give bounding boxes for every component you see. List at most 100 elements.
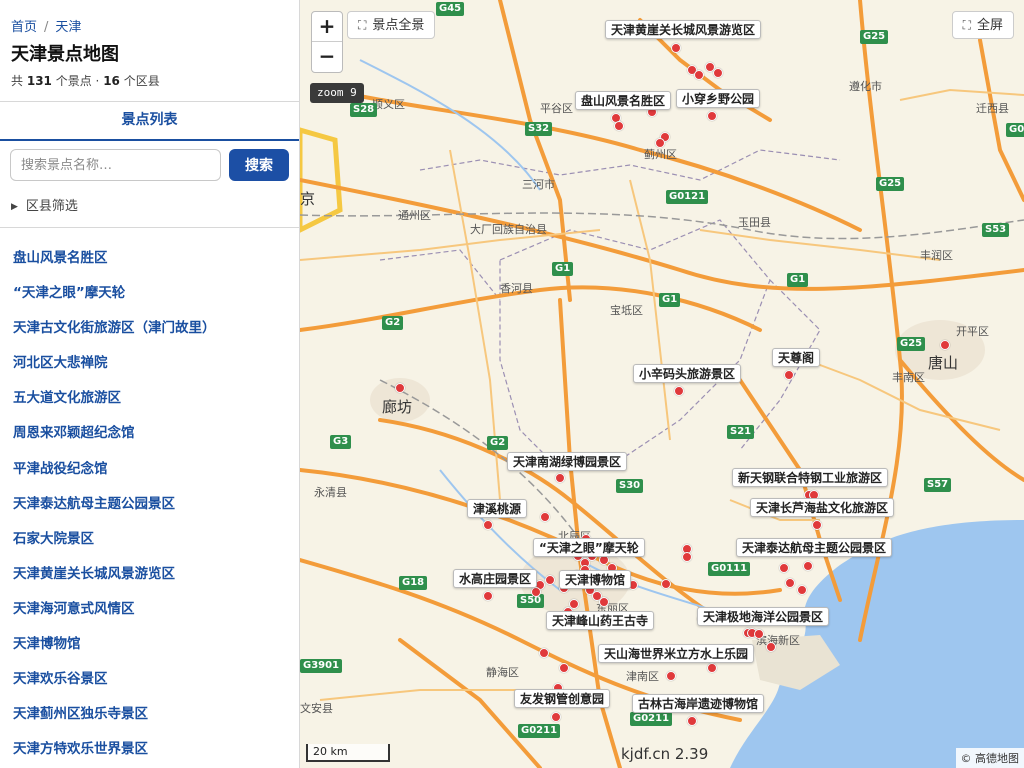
poi-list-item[interactable]: 天津欢乐谷景区 xyxy=(13,667,295,702)
stats-prefix: 共 xyxy=(11,74,24,88)
map-pin-icon[interactable] xyxy=(555,473,565,483)
poi-list-item[interactable]: 周恩来邓颖超纪念馆 xyxy=(13,421,295,456)
map-pin-icon[interactable] xyxy=(614,121,624,131)
expand-icon: ⛶ xyxy=(358,18,367,32)
poi-list-item[interactable]: 天津泰达航母主题公园景区 xyxy=(13,492,295,527)
map-attribution[interactable]: © 高德地图 xyxy=(955,748,1024,768)
breadcrumb-separator: / xyxy=(44,20,49,35)
poi-callout-label[interactable]: 天尊阁 xyxy=(772,348,821,367)
poi-callout-label[interactable]: 友发钢管创意园 xyxy=(514,689,611,708)
zoom-out-button[interactable]: − xyxy=(312,42,342,72)
breadcrumb-current-link[interactable]: 天津 xyxy=(55,20,81,35)
map-pin-icon[interactable] xyxy=(671,43,681,53)
map-pin-icon[interactable] xyxy=(694,70,704,80)
map-pin-icon[interactable] xyxy=(707,111,717,121)
map-pin-icon[interactable] xyxy=(812,520,822,530)
place-label: 津南区 xyxy=(626,670,659,683)
zoom-controls: + − xyxy=(311,11,343,73)
map-pin-icon[interactable] xyxy=(784,370,794,380)
search-input[interactable] xyxy=(10,149,221,181)
map-pin-icon[interactable] xyxy=(713,68,723,78)
highway-shield: G2 xyxy=(487,436,509,450)
map-view[interactable]: 平谷区 顺义区 蓟州区 遵化市 迁西县 三河市 通州区 大厂回族自治县 玉田县 丰润区 香河县 宝坻区… xyxy=(300,0,1024,768)
poi-callout-label[interactable]: 天津南湖绿博园景区 xyxy=(507,452,628,471)
poi-count: 131 xyxy=(26,74,52,88)
map-pin-icon[interactable] xyxy=(531,587,541,597)
overview-button[interactable]: ⛶ 景点全景 xyxy=(347,11,436,39)
map-pin-icon[interactable] xyxy=(779,563,789,573)
district-count-unit: 个区县 xyxy=(123,74,160,88)
map-pin-icon[interactable] xyxy=(940,340,950,350)
place-label: 通州区 xyxy=(398,209,431,222)
poi-callout-label[interactable]: 津溪桃源 xyxy=(467,499,528,518)
page-title: 天津景点地图 xyxy=(11,44,119,65)
map-pin-icon[interactable] xyxy=(707,663,717,673)
poi-callout-label[interactable]: 小辛码头旅游景区 xyxy=(633,364,742,383)
map-pin-icon[interactable] xyxy=(545,575,555,585)
map-pin-icon[interactable] xyxy=(803,561,813,571)
poi-callout-label[interactable]: 盘山风景名胜区 xyxy=(575,91,672,110)
map-pin-icon[interactable] xyxy=(655,138,665,148)
map-pin-icon[interactable] xyxy=(785,578,795,588)
search-button[interactable]: 搜索 xyxy=(229,149,289,181)
map-pin-icon[interactable] xyxy=(551,712,561,722)
map-pin-icon[interactable] xyxy=(559,663,569,673)
map-pin-icon[interactable] xyxy=(797,585,807,595)
poi-list-item[interactable]: “天津之眼”摩天轮 xyxy=(13,281,295,316)
map-pin-icon[interactable] xyxy=(483,520,493,530)
poi-callout-label[interactable]: 水高庄园景区 xyxy=(453,569,538,588)
place-label: 遵化市 xyxy=(849,80,882,93)
zoom-in-button[interactable]: + xyxy=(312,12,342,42)
map-pin-icon[interactable] xyxy=(754,629,764,639)
poi-callout-label[interactable]: 天津峰山药王古寺 xyxy=(546,611,655,630)
fullscreen-button[interactable]: ⛶ 全屏 xyxy=(951,11,1014,39)
poi-list-item[interactable]: 天津海河意式风情区 xyxy=(13,597,295,632)
map-pin-icon[interactable] xyxy=(483,591,493,601)
map-pin-icon[interactable] xyxy=(687,716,697,726)
district-filter-toggle[interactable]: ▶ 区县筛选 xyxy=(11,195,78,214)
poi-list-item[interactable]: 天津黄崖关长城风景游览区 xyxy=(13,562,295,597)
poi-callout-label[interactable]: 天津博物馆 xyxy=(559,570,632,589)
poi-list-item[interactable]: 平津战役纪念馆 xyxy=(13,457,295,492)
highway-shield: S28 xyxy=(350,103,378,117)
map-pin-icon[interactable] xyxy=(599,597,609,607)
poi-list-item[interactable]: 天津方特欢乐世界景区 xyxy=(13,737,295,768)
map-pin-icon[interactable] xyxy=(540,512,550,522)
map-pin-icon[interactable] xyxy=(674,386,684,396)
poi-callout-label[interactable]: 天津泰达航母主题公园景区 xyxy=(736,538,893,557)
tab-poi-list[interactable]: 景点列表 xyxy=(122,102,178,139)
highway-shield: G25 xyxy=(897,337,926,351)
poi-callout-label[interactable]: 古林古海岸遗迹博物馆 xyxy=(632,694,765,713)
poi-callout-label[interactable]: 新天钢联合特钢工业旅游区 xyxy=(732,468,889,487)
map-pin-icon[interactable] xyxy=(395,383,405,393)
poi-list-item[interactable]: 天津蓟州区独乐寺景区 xyxy=(13,702,295,737)
poi-callout-label[interactable]: 天津极地海洋公园景区 xyxy=(697,607,830,626)
place-label: 京 xyxy=(300,190,316,208)
poi-callout-label[interactable]: 天山海世界米立方水上乐园 xyxy=(598,644,755,663)
district-filter-label: 区县筛选 xyxy=(25,199,78,214)
poi-list-item[interactable]: 河北区大悲禅院 xyxy=(13,351,295,386)
poi-callout-label[interactable]: “天津之眼”摩天轮 xyxy=(533,538,645,557)
tab-bar: 景点列表 xyxy=(0,101,299,141)
highway-shield: G1 xyxy=(659,293,681,307)
breadcrumb-home-link[interactable]: 首页 xyxy=(11,20,37,35)
poi-callout-label[interactable]: 天津长芦海盐文化旅游区 xyxy=(750,498,895,517)
map-pin-icon[interactable] xyxy=(666,671,676,681)
poi-callout-label[interactable]: 天津黄崖关长城风景游览区 xyxy=(605,20,762,39)
poi-list-item[interactable]: 天津博物馆 xyxy=(13,632,295,667)
poi-list-item[interactable]: 天津古文化街旅游区（津门故里） xyxy=(13,316,295,351)
map-pin-icon[interactable] xyxy=(661,579,671,589)
poi-list-item[interactable]: 石家大院景区 xyxy=(13,527,295,562)
highway-shield: G0111 xyxy=(708,562,751,576)
highway-shield: G25 xyxy=(876,177,905,191)
app-root: 首页 / 天津 天津景点地图 共 131 个景点 · 16 个区县 景点列表 搜索 … xyxy=(0,0,1024,768)
poi-list-item[interactable]: 五大道文化旅游区 xyxy=(13,386,295,421)
place-label: 蓟州区 xyxy=(644,148,677,161)
poi-list-item[interactable]: 盘山风景名胜区 xyxy=(13,246,295,281)
map-pin-icon[interactable] xyxy=(682,552,692,562)
highway-shield: S30 xyxy=(616,479,644,493)
map-pin-icon[interactable] xyxy=(539,648,549,658)
map-pin-icon[interactable] xyxy=(766,642,776,652)
poi-callout-label[interactable]: 小穿乡野公园 xyxy=(676,89,761,108)
highway-shield: G2 xyxy=(382,316,404,330)
